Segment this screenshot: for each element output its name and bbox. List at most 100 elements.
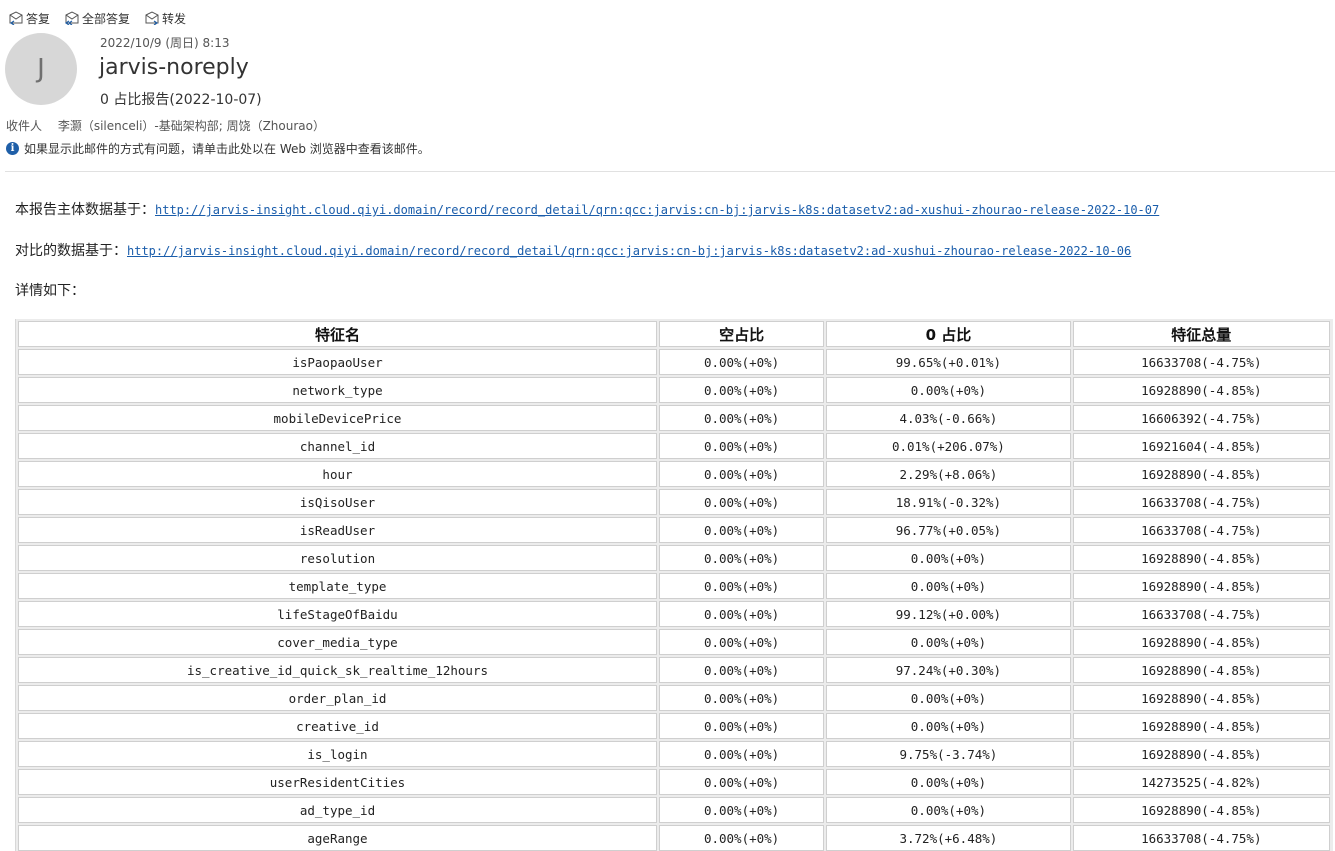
feature-total-cell: 16633708(-4.75%) (1072, 601, 1330, 627)
table-row: channel_id 0.00%(+0%) 0.01%(+206.07%) 16921… (18, 433, 1330, 459)
zero-ratio-cell: 96.77%(+0.05%) (826, 517, 1071, 543)
null-ratio-cell: 0.00%(+0%) (658, 601, 825, 627)
null-ratio-cell: 0.00%(+0%) (658, 433, 825, 459)
table-row: isPaopaoUser 0.00%(+0%) 99.65%(+0.01%) 1663… (18, 349, 1330, 375)
zero-ratio-cell: 0.00%(+0%) (826, 685, 1071, 711)
sender-name[interactable]: jarvis-noreply (99, 55, 249, 80)
feature-total-cell: 16928890(-4.85%) (1072, 657, 1330, 683)
info-bar[interactable]: i 如果显示此邮件的方式有问题，请单击此处以在 Web 浏览器中查看该邮件。 (6, 140, 430, 157)
feature-name-cell: template_type (18, 573, 657, 599)
feature-name-cell: resolution (18, 545, 657, 571)
feature-total-cell: 16928890(-4.85%) (1072, 797, 1330, 823)
table-row: ad_type_id 0.00%(+0%) 0.00%(+0%) 16928890(-… (18, 797, 1330, 823)
info-text: 如果显示此邮件的方式有问题，请单击此处以在 Web 浏览器中查看该邮件。 (24, 142, 430, 156)
table-row: hour 0.00%(+0%) 2.29%(+8.06%) 16928890(-4.8… (18, 461, 1330, 487)
feature-name-cell: is_creative_id_quick_sk_realtime_12hours (18, 657, 657, 683)
recipients-list[interactable]: 李灏（silenceli）-基础架构部; 周饶（Zhourao） (58, 119, 325, 133)
feature-total-cell: 16928890(-4.85%) (1072, 461, 1330, 487)
zero-ratio-cell: 18.91%(-0.32%) (826, 489, 1071, 515)
reply-all-label: 全部答复 (82, 11, 131, 26)
table-row: is_creative_id_quick_sk_realtime_12hours… (18, 657, 1330, 683)
recipients-label: 收件人 (6, 119, 43, 133)
null-ratio-cell: 0.00%(+0%) (658, 797, 825, 823)
table-row: isQisoUser 0.00%(+0%) 18.91%(-0.32%) 166337… (18, 489, 1330, 515)
null-ratio-cell: 0.00%(+0%) (658, 825, 825, 851)
zero-ratio-cell: 4.03%(-0.66%) (826, 405, 1071, 431)
feature-total-cell: 16928890(-4.85%) (1072, 685, 1330, 711)
zero-ratio-cell: 99.12%(+0.00%) (826, 601, 1071, 627)
zero-ratio-cell: 0.00%(+0%) (826, 797, 1071, 823)
feature-name-cell: ad_type_id (18, 797, 657, 823)
zero-ratio-cell: 3.72%(+6.48%) (826, 825, 1071, 851)
feature-table-container: 特征名 空占比 0 占比 特征总量 isPaopaoUser 0.00%(+0%)… (15, 319, 1333, 851)
feature-name-cell: cover_media_type (18, 629, 657, 655)
report-source-link[interactable]: http://jarvis-insight.cloud.qiyi.domain/… (155, 203, 1159, 217)
feature-total-cell: 16633708(-4.75%) (1072, 349, 1330, 375)
feature-total-cell: 16928890(-4.85%) (1072, 629, 1330, 655)
null-ratio-cell: 0.00%(+0%) (658, 769, 825, 795)
feature-total-cell: 14273525(-4.82%) (1072, 769, 1330, 795)
message-subject: 0 占比报告(2022-10-07) (100, 92, 262, 108)
feature-total-cell: 16928890(-4.85%) (1072, 573, 1330, 599)
zero-ratio-cell: 0.00%(+0%) (826, 545, 1071, 571)
compare-source-label: 对比的数据基于： (15, 243, 127, 259)
table-row: template_type 0.00%(+0%) 0.00%(+0%) 1692889… (18, 573, 1330, 599)
null-ratio-cell: 0.00%(+0%) (658, 713, 825, 739)
feature-name-cell: lifeStageOfBaidu (18, 601, 657, 627)
feature-name-cell: network_type (18, 377, 657, 403)
table-row: creative_id 0.00%(+0%) 0.00%(+0%) 16928890(… (18, 713, 1330, 739)
message-toolbar: 答复 全部答复 转发 (8, 8, 200, 28)
feature-total-cell: 16928890(-4.85%) (1072, 377, 1330, 403)
report-source-label: 本报告主体数据基于： (15, 202, 155, 218)
feature-name-cell: mobileDevicePrice (18, 405, 657, 431)
reply-all-button[interactable]: 全部答复 (64, 10, 130, 27)
feature-name-cell: hour (18, 461, 657, 487)
forward-label: 转发 (162, 11, 187, 26)
recipients-row: 收件人 李灏（silenceli）-基础架构部; 周饶（Zhourao） (6, 117, 325, 134)
feature-name-cell: channel_id (18, 433, 657, 459)
null-ratio-cell: 0.00%(+0%) (658, 741, 825, 767)
feature-name-cell: creative_id (18, 713, 657, 739)
feature-table: 特征名 空占比 0 占比 特征总量 isPaopaoUser 0.00%(+0%)… (16, 319, 1332, 851)
table-row: cover_media_type 0.00%(+0%) 0.00%(+0%) 1692… (18, 629, 1330, 655)
details-label: 详情如下： (15, 283, 85, 299)
null-ratio-cell: 0.00%(+0%) (658, 461, 825, 487)
table-row: resolution 0.00%(+0%) 0.00%(+0%) 16928890(-… (18, 545, 1330, 571)
reply-all-icon (65, 11, 79, 25)
null-ratio-cell: 0.00%(+0%) (658, 685, 825, 711)
zero-ratio-cell: 99.65%(+0.01%) (826, 349, 1071, 375)
feature-total-cell: 16928890(-4.85%) (1072, 713, 1330, 739)
table-row: order_plan_id 0.00%(+0%) 0.00%(+0%) 1692889… (18, 685, 1330, 711)
header-null-ratio: 空占比 (658, 321, 825, 347)
zero-ratio-cell: 2.29%(+8.06%) (826, 461, 1071, 487)
reply-label: 答复 (26, 11, 51, 26)
header-divider (5, 171, 1335, 172)
feature-total-cell: 16606392(-4.75%) (1072, 405, 1330, 431)
table-row: lifeStageOfBaidu 0.00%(+0%) 99.12%(+0.00%)… (18, 601, 1330, 627)
header-feature-total: 特征总量 (1072, 321, 1330, 347)
forward-button[interactable]: 转发 (144, 10, 186, 27)
table-body: isPaopaoUser 0.00%(+0%) 99.65%(+0.01%) 1663… (18, 349, 1330, 851)
header-zero-ratio: 0 占比 (826, 321, 1071, 347)
table-row: isReadUser 0.00%(+0%) 96.77%(+0.05%) 166337… (18, 517, 1330, 543)
forward-icon (145, 11, 159, 25)
zero-ratio-cell: 9.75%(-3.74%) (826, 741, 1071, 767)
zero-ratio-cell: 0.00%(+0%) (826, 573, 1071, 599)
info-icon: i (6, 142, 19, 155)
feature-total-cell: 16633708(-4.75%) (1072, 825, 1330, 851)
reply-icon (9, 11, 23, 25)
table-row: mobileDevicePrice 0.00%(+0%) 4.03%(-0.66%)… (18, 405, 1330, 431)
table-header-row: 特征名 空占比 0 占比 特征总量 (18, 321, 1330, 347)
feature-total-cell: 16633708(-4.75%) (1072, 489, 1330, 515)
zero-ratio-cell: 0.00%(+0%) (826, 629, 1071, 655)
null-ratio-cell: 0.00%(+0%) (658, 377, 825, 403)
compare-source-link[interactable]: http://jarvis-insight.cloud.qiyi.domain/… (127, 244, 1131, 258)
feature-name-cell: order_plan_id (18, 685, 657, 711)
null-ratio-cell: 0.00%(+0%) (658, 489, 825, 515)
zero-ratio-cell: 0.01%(+206.07%) (826, 433, 1071, 459)
feature-total-cell: 16921604(-4.85%) (1072, 433, 1330, 459)
feature-total-cell: 16928890(-4.85%) (1072, 741, 1330, 767)
reply-button[interactable]: 答复 (8, 10, 50, 27)
zero-ratio-cell: 97.24%(+0.30%) (826, 657, 1071, 683)
header-feature-name: 特征名 (18, 321, 657, 347)
